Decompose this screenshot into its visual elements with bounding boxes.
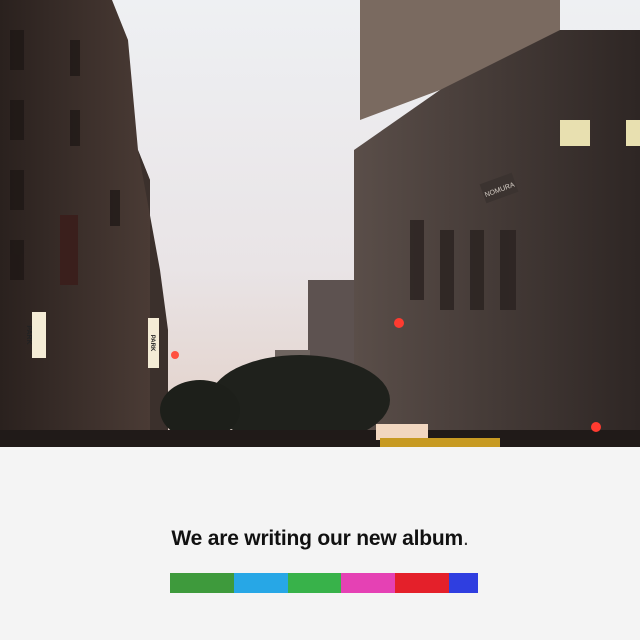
progress-bar-segment-5	[394, 573, 449, 593]
street-photo: PARK PARK NOMURA	[0, 0, 640, 447]
caption-period: .	[462, 527, 469, 550]
progress-bar-segment-2	[234, 573, 288, 593]
progress-bar-segment-1	[170, 573, 235, 593]
caption-main: We are writing our new album	[171, 527, 463, 550]
progress-bar-segment-3	[287, 573, 342, 593]
album-announcement-text: We are writing our new album.	[0, 527, 640, 551]
color-progress-bar	[170, 573, 478, 593]
park-sign-right: PARK	[149, 335, 155, 352]
park-sign-left: PARK	[25, 325, 32, 344]
street-photo-graphic: PARK PARK NOMURA	[0, 0, 640, 447]
progress-bar-segment-6	[448, 573, 478, 593]
progress-bar-segment-4	[341, 573, 395, 593]
